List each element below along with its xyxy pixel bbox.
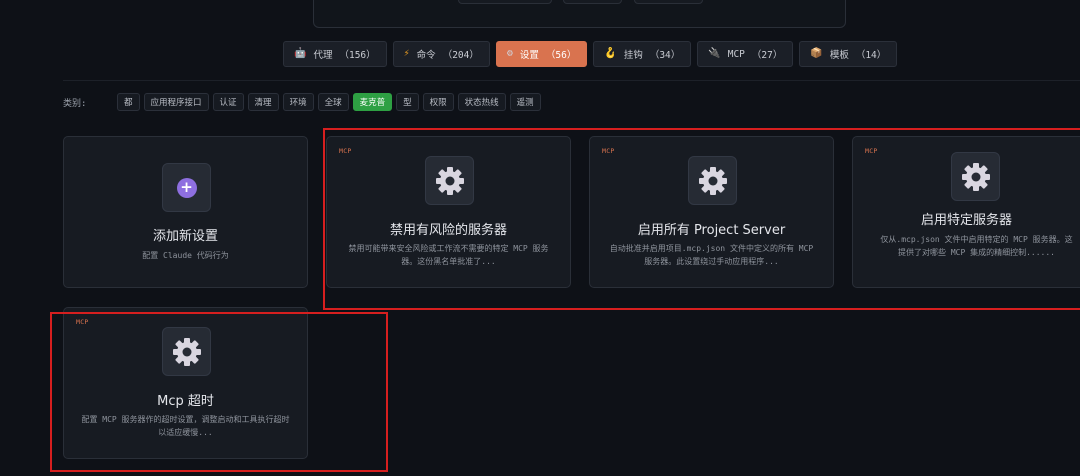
category-chip-statusline[interactable]: 状态热线: [457, 93, 506, 111]
card-tag: MCP: [76, 318, 89, 326]
top-control-1[interactable]: [458, 0, 552, 4]
setting-card-enable-specific-servers[interactable]: MCP 启用特定服务器 仅从.mcp.json 文件中启用特定的 MCP 服务器…: [852, 136, 1080, 288]
tab-count: （27）: [751, 50, 783, 61]
card-description: 自动批准并启用项目.mcp.json 文件中定义的所有 MCP 服务器。此设置绕…: [609, 244, 814, 266]
package-icon: 📦: [810, 48, 823, 59]
card-tag: MCP: [865, 147, 878, 155]
hook-icon: 🪝: [604, 48, 617, 59]
divider: [63, 80, 1080, 81]
tab-agents[interactable]: 🤖 代理 （156）: [283, 41, 387, 67]
settings-browser: 🤖 代理 （156） ⚡ 命令 （204） ⚙ 设置 （56） 🪝 挂钩 （34…: [0, 0, 1080, 476]
category-label: 类别:: [63, 98, 87, 109]
category-chip-global[interactable]: 全球: [317, 93, 349, 111]
plug-icon: 🔌: [708, 48, 721, 59]
card-title: 启用特定服务器: [920, 213, 1012, 228]
gear-icon: [698, 166, 727, 195]
tab-label: 设置: [519, 50, 539, 61]
add-setting-card[interactable]: + 添加新设置 配置 Claude 代码行为: [63, 136, 308, 288]
tab-templates[interactable]: 📦 模板 （14）: [799, 41, 898, 67]
card-description: 禁用可能带来安全风险或工作流不需要的特定 MCP 服务器。这份黑名单批准了...: [348, 244, 549, 266]
tab-count: （34）: [649, 50, 681, 61]
tab-count: （204）: [442, 50, 479, 61]
tab-label: 挂钩: [623, 50, 643, 61]
tab-label: MCP: [727, 48, 745, 60]
card-description: 配置 MCP 服务器作的超时设置，调整启动和工具执行超时以适应缓慢...: [81, 415, 290, 437]
category-chip-model[interactable]: 型: [396, 93, 419, 111]
gear-icon: [435, 166, 464, 195]
category-chip-auth[interactable]: 认证: [212, 93, 244, 111]
gear-icon: [172, 337, 201, 366]
tab-label: 代理: [313, 50, 333, 61]
top-control-3[interactable]: [634, 0, 703, 4]
gear-icon: ⚙: [506, 48, 513, 59]
setting-card-enable-all-project-servers[interactable]: MCP 启用所有 Project Server 自动批准并启用项目.mcp.js…: [589, 136, 834, 288]
tab-hooks[interactable]: 🪝 挂钩 （34）: [593, 41, 692, 67]
category-chips: 都 应用程序接口 认证 清理 环境 全球 麦克普 型 权限 状态热线 遥测: [117, 93, 541, 111]
lightning-icon: ⚡: [403, 48, 410, 59]
category-chip-telemetry[interactable]: 遥测: [509, 93, 541, 111]
tab-mcp[interactable]: 🔌 MCP （27）: [697, 41, 794, 67]
card-title: 禁用有风险的服务器: [389, 223, 507, 238]
card-tag: MCP: [602, 147, 615, 155]
tab-label: 命令: [416, 50, 436, 61]
card-icon-box: [162, 327, 211, 376]
robot-icon: 🤖: [294, 48, 307, 59]
tab-settings[interactable]: ⚙ 设置 （56）: [495, 41, 588, 67]
card-tag: MCP: [339, 147, 352, 155]
card-description: 仅从.mcp.json 文件中启用特定的 MCP 服务器。这提供了对哪些 MCP…: [880, 235, 1073, 257]
category-filter: 类别: 都 应用程序接口 认证 清理 环境 全球 麦克普 型 权限 状态热线 遥…: [63, 93, 541, 111]
card-icon-box: [688, 156, 737, 205]
card-title: 添加新设置: [152, 229, 218, 244]
category-chip-api[interactable]: 应用程序接口: [143, 93, 209, 111]
card-icon-box: [425, 156, 474, 205]
category-chip-cleanup[interactable]: 清理: [247, 93, 279, 111]
tab-commands[interactable]: ⚡ 命令 （204）: [392, 41, 490, 67]
category-chip-permissions[interactable]: 权限: [422, 93, 454, 111]
card-title: 启用所有 Project Server: [637, 223, 786, 238]
setting-card-mcp-timeout[interactable]: MCP Mcp 超时 配置 MCP 服务器作的超时设置，调整启动和工具执行超时以…: [63, 307, 308, 459]
add-icon-box: +: [162, 163, 211, 212]
plus-icon: +: [176, 177, 197, 198]
card-description: 配置 Claude 代码行为: [142, 251, 229, 260]
tab-count: （56）: [545, 50, 577, 61]
top-control-2[interactable]: [563, 0, 622, 4]
card-title: Mcp 超时: [157, 394, 214, 409]
card-icon-box: [951, 152, 1000, 201]
tab-label: 模板: [829, 50, 849, 61]
category-chip-env[interactable]: 环境: [282, 93, 314, 111]
search-panel: [313, 0, 846, 28]
gear-icon: [961, 162, 990, 191]
component-tabs: 🤖 代理 （156） ⚡ 命令 （204） ⚙ 设置 （56） 🪝 挂钩 （34…: [283, 41, 898, 67]
setting-card-disable-risky-servers[interactable]: MCP 禁用有风险的服务器 禁用可能带来安全风险或工作流不需要的特定 MCP 服…: [326, 136, 571, 288]
category-chip-mcp[interactable]: 麦克普: [352, 93, 393, 111]
tab-count: （156）: [339, 50, 376, 61]
tab-count: （14）: [855, 50, 887, 61]
category-chip-all[interactable]: 都: [117, 93, 140, 111]
